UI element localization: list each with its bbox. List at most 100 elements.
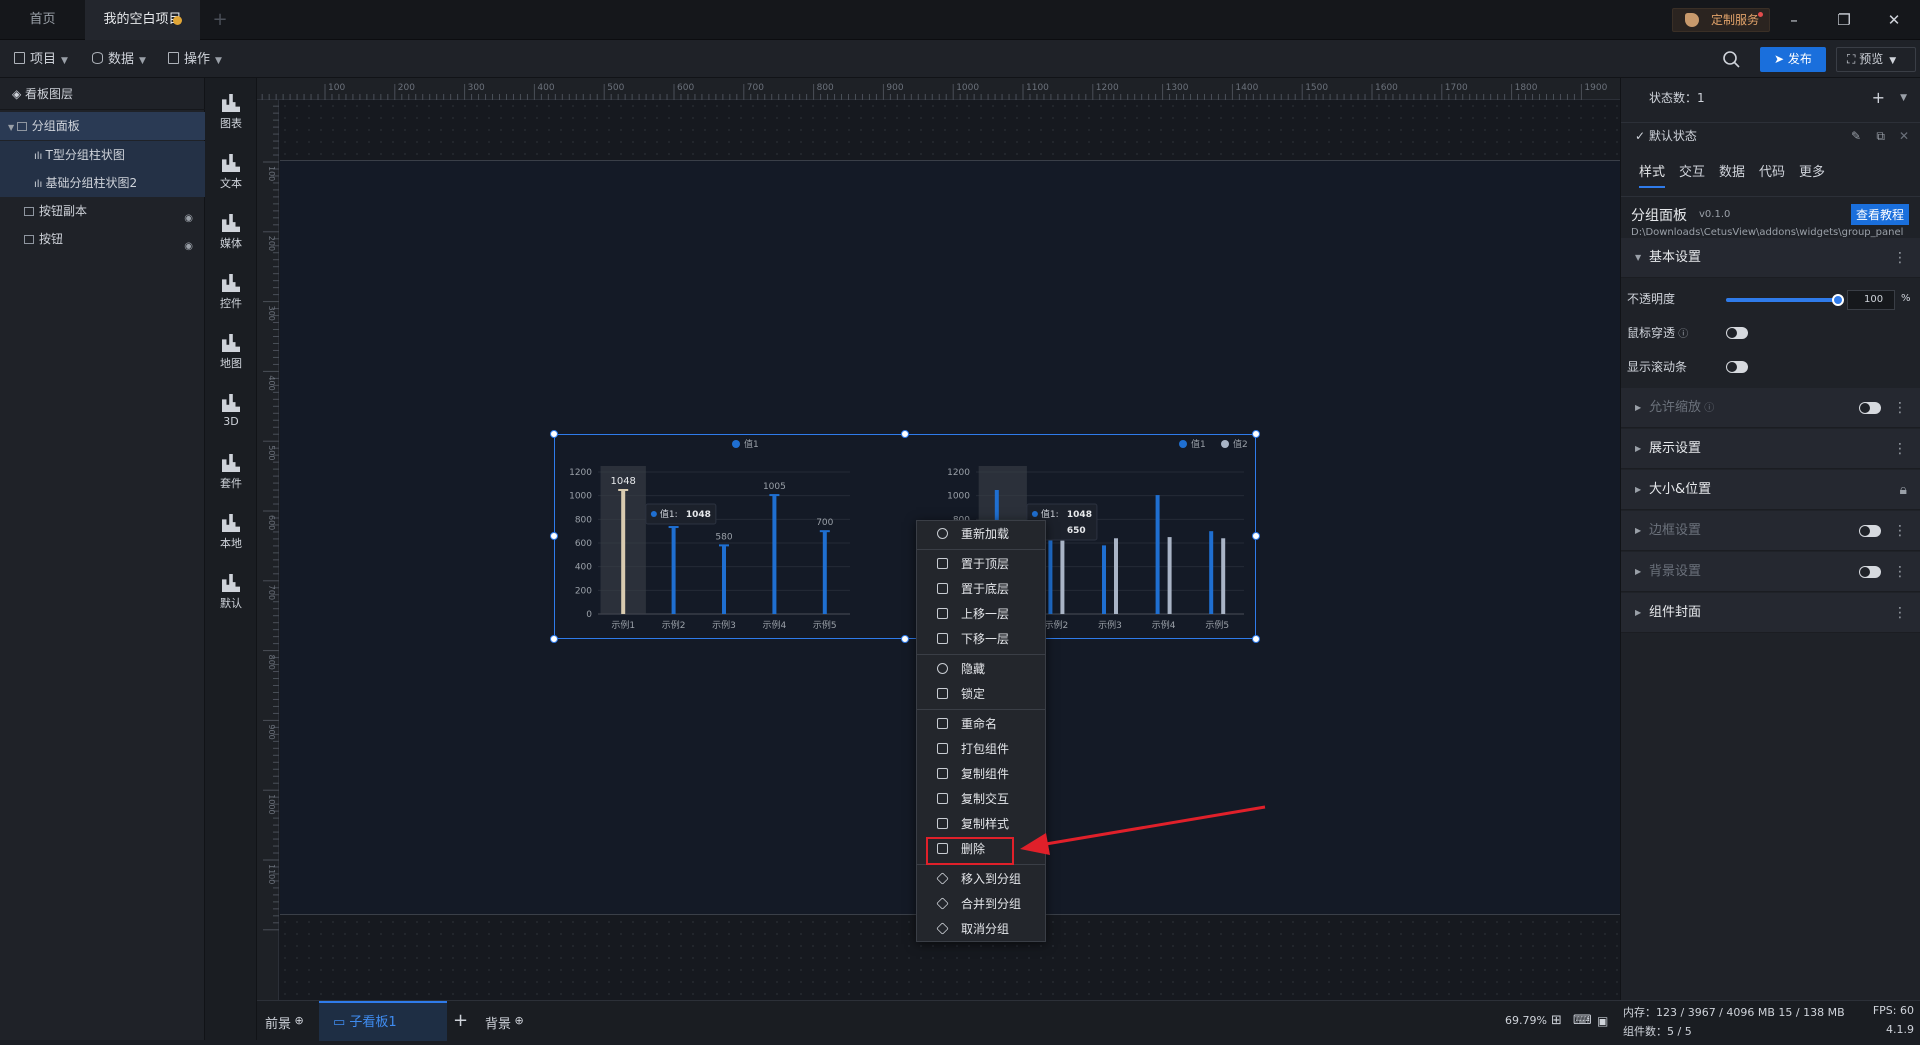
more-vert-icon[interactable]: ⋮: [1893, 593, 1907, 633]
menu-operate[interactable]: 操作 ▼: [168, 50, 222, 70]
widget-text[interactable]: 文本: [205, 148, 257, 198]
help-icon[interactable]: ⓘ: [1675, 329, 1688, 340]
widget-control[interactable]: 控件: [205, 268, 257, 318]
lock-icon[interactable]: 🔒︎: [1900, 470, 1907, 510]
fit-screen-icon[interactable]: ⊞: [1551, 1001, 1562, 1041]
layer-t-bar-chart[interactable]: ılı T型分组柱状图: [0, 141, 205, 169]
layer-group-panel[interactable]: ▼ 分组面板: [0, 112, 205, 140]
widget-label: 图表: [220, 117, 242, 130]
section-size-position[interactable]: ▶ 大小&位置 🔒︎: [1621, 470, 1920, 510]
edit-icon[interactable]: ✎: [1851, 123, 1861, 149]
menu-move-up[interactable]: 上移一层: [917, 602, 1045, 626]
widget-kit[interactable]: 套件: [205, 448, 257, 498]
border-toggle[interactable]: [1859, 525, 1881, 537]
resize-handle[interactable]: [901, 430, 909, 438]
more-vert-icon[interactable]: ⋮: [1893, 552, 1907, 592]
eye-off-icon[interactable]: ◉: [184, 233, 193, 261]
menu-package[interactable]: 打包组件: [917, 737, 1045, 761]
preview-button[interactable]: ⛶ 预览 ▼: [1836, 47, 1916, 72]
close-icon[interactable]: ✕: [1899, 123, 1909, 149]
more-vert-icon[interactable]: ⋮: [1893, 429, 1907, 469]
section-display[interactable]: ▶ 展示设置 ⋮: [1621, 429, 1920, 469]
add-state-icon[interactable]: +: [1872, 88, 1885, 108]
tab-background[interactable]: 背景 ⊕: [485, 1001, 524, 1041]
tab-style[interactable]: 样式: [1639, 161, 1666, 188]
allow-zoom-toggle[interactable]: [1859, 402, 1881, 414]
custom-service-button[interactable]: 定制服务: [1672, 8, 1770, 32]
menu-rename[interactable]: 重命名: [917, 712, 1045, 736]
tab-home[interactable]: 首页: [0, 0, 85, 40]
more-vert-icon[interactable]: ⋮: [1893, 238, 1907, 278]
widget-3d[interactable]: 3D: [205, 388, 257, 438]
restore-icon[interactable]: ❐: [1834, 10, 1854, 30]
widget-local[interactable]: 本地: [205, 508, 257, 558]
plus-circle-icon[interactable]: ⊕: [511, 1014, 524, 1027]
add-board-button[interactable]: +: [453, 1001, 468, 1041]
tab-interaction[interactable]: 交互: [1679, 161, 1705, 180]
tab-sub-board[interactable]: ▭ 子看板1: [319, 1001, 447, 1041]
resize-handle[interactable]: [550, 635, 558, 643]
resize-handle[interactable]: [1252, 532, 1260, 540]
section-allow-zoom[interactable]: ▶ 允许缩放 ⓘ ⋮: [1621, 388, 1920, 428]
menu-ungroup[interactable]: 取消分组: [917, 917, 1045, 941]
zoom-level[interactable]: 69.79%: [1505, 1001, 1547, 1041]
menu-hide[interactable]: 隐藏: [917, 657, 1045, 681]
keyboard-icon[interactable]: ⌨: [1573, 1001, 1592, 1041]
section-background[interactable]: ▶ 背景设置 ⋮: [1621, 552, 1920, 592]
publish-button[interactable]: ➤ 发布: [1760, 47, 1826, 72]
resize-handle[interactable]: [1252, 430, 1260, 438]
opacity-slider[interactable]: [1726, 294, 1844, 306]
group-selection-box[interactable]: [550, 430, 1260, 643]
resize-handle[interactable]: [901, 635, 909, 643]
chevron-down-icon[interactable]: ▼: [1900, 88, 1907, 108]
tab-data[interactable]: 数据: [1719, 161, 1745, 180]
section-border[interactable]: ▶ 边框设置 ⋮: [1621, 511, 1920, 551]
pencil-icon: [937, 743, 948, 754]
menu-send-to-back[interactable]: 置于底层: [917, 577, 1045, 601]
menu-project[interactable]: 项目 ▼: [14, 50, 68, 70]
tab-code[interactable]: 代码: [1759, 161, 1785, 180]
opacity-slider-thumb[interactable]: [1832, 294, 1844, 306]
tab-more[interactable]: 更多: [1799, 161, 1825, 180]
more-vert-icon[interactable]: ⋮: [1893, 511, 1907, 551]
tab-foreground[interactable]: 前景 ⊕: [265, 1001, 304, 1041]
widget-chart[interactable]: 图表: [205, 88, 257, 138]
mouse-through-toggle[interactable]: [1726, 327, 1748, 339]
widget-media[interactable]: 媒体: [205, 208, 257, 258]
resize-handle[interactable]: [1252, 635, 1260, 643]
default-state-row[interactable]: ✓ 默认状态 ✎ ⧉ ✕: [1621, 122, 1920, 148]
menu-copy-component[interactable]: 复制组件: [917, 762, 1045, 786]
annotation-arrow: [1020, 805, 1266, 855]
default-state-label: 默认状态: [1648, 129, 1697, 143]
resize-handle[interactable]: [550, 430, 558, 438]
background-toggle[interactable]: [1859, 566, 1881, 578]
widget-default[interactable]: 默认: [205, 568, 257, 618]
tab-project[interactable]: 我的空白项目: [85, 0, 200, 40]
menu-move-down[interactable]: 下移一层: [917, 627, 1045, 651]
plus-circle-icon[interactable]: ⊕: [291, 1014, 304, 1027]
tutorial-button[interactable]: 查看教程: [1850, 204, 1909, 225]
ruler-label: 200: [267, 236, 276, 251]
opacity-input[interactable]: 100: [1847, 290, 1895, 310]
section-cover[interactable]: ▶ 组件封面 ⋮: [1621, 593, 1920, 633]
resize-handle[interactable]: [550, 532, 558, 540]
minimize-icon[interactable]: –: [1784, 10, 1804, 30]
copy-icon[interactable]: ⧉: [1876, 123, 1885, 149]
menu-reload[interactable]: 重新加载: [917, 522, 1045, 546]
terminal-icon[interactable]: ▣: [1597, 1001, 1608, 1041]
widget-map[interactable]: 地图: [205, 328, 257, 378]
layer-button-copy[interactable]: 按钮副本 ◉: [0, 197, 205, 225]
menu-bring-to-front[interactable]: 置于顶层: [917, 552, 1045, 576]
menu-lock[interactable]: 锁定: [917, 682, 1045, 706]
search-icon[interactable]: [1720, 48, 1744, 72]
close-icon[interactable]: ✕: [1884, 10, 1904, 30]
menu-data[interactable]: 数据 ▼: [92, 50, 146, 70]
layer-basic-bar-chart[interactable]: ılı 基础分组柱状图2: [0, 169, 205, 197]
scrollbar-toggle[interactable]: [1726, 361, 1748, 373]
more-vert-icon[interactable]: ⋮: [1893, 388, 1907, 428]
add-tab-button[interactable]: +: [205, 0, 235, 40]
section-basic[interactable]: ▼ 基本设置 ⋮: [1621, 238, 1920, 278]
menu-merge-to-group[interactable]: 合并到分组: [917, 892, 1045, 916]
layer-button[interactable]: 按钮 ◉: [0, 225, 205, 253]
menu-move-to-group[interactable]: 移入到分组: [917, 867, 1045, 891]
